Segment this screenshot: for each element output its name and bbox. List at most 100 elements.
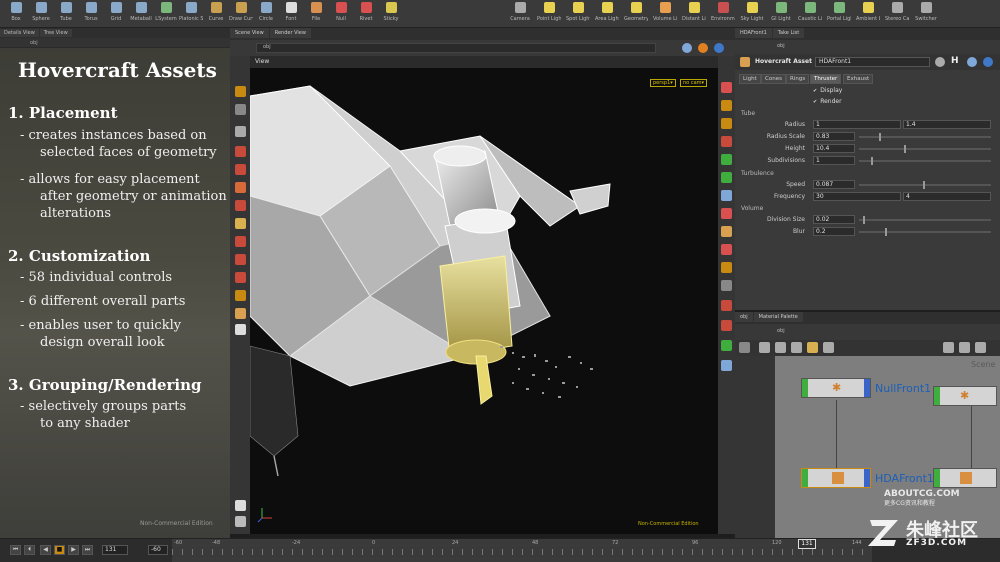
step-back-button[interactable]: ⏴ [24, 545, 35, 555]
lock-camera-icon[interactable] [721, 82, 732, 93]
current-frame-marker[interactable]: 131 [798, 539, 816, 549]
shelf-tool-null[interactable]: Null [329, 2, 353, 22]
list-mode-icon[interactable] [739, 342, 750, 353]
shelf-tool-environm-[interactable]: Environm... [711, 2, 735, 22]
details-path-bar[interactable]: obj [0, 38, 230, 48]
display-options-icon[interactable] [721, 100, 732, 111]
shelf-tool-sky-light[interactable]: Sky Light [740, 2, 764, 22]
shelf-tool-area-light[interactable]: Area Light [595, 2, 619, 22]
speed-slider[interactable] [859, 181, 991, 189]
division-size-slider[interactable] [859, 216, 991, 224]
radius-field-2[interactable]: 1.4 [903, 120, 991, 129]
height-knob[interactable] [904, 145, 906, 153]
radius-field-1[interactable]: 1 [813, 120, 901, 129]
shelf-tool-caustic-li-[interactable]: Caustic Li... [798, 2, 822, 22]
shelf-tool-file[interactable]: File [304, 2, 328, 22]
paint-tool-icon[interactable] [235, 254, 246, 265]
frame-offset-field[interactable]: -60 [148, 545, 168, 555]
zoom-icon[interactable] [975, 342, 986, 353]
frequency-field-2[interactable]: 4 [903, 192, 991, 201]
backface-icon[interactable] [721, 208, 732, 219]
tab-thruster[interactable]: Thruster [810, 74, 842, 84]
shelf-tool-portal-light[interactable]: Portal Light [827, 2, 851, 22]
shelf-tool-lsystem[interactable]: LSystem [154, 2, 178, 22]
display-guide-icon[interactable] [721, 226, 732, 237]
visualizer-icon[interactable] [721, 300, 732, 311]
shelf-tool-draw-curve[interactable]: Draw Curve [229, 2, 253, 22]
grid-toggle-icon[interactable] [943, 342, 954, 353]
tab-cones[interactable]: Cones [761, 74, 786, 84]
network-path-bar[interactable]: obj [735, 324, 1000, 340]
flag-icon[interactable] [959, 342, 970, 353]
tab-scene-view[interactable]: Scene View [230, 28, 269, 38]
pose-tool-icon[interactable] [235, 104, 246, 115]
timeline-ruler[interactable]: -60 -48 -24 0 24 48 72 96 120 144 131 [172, 539, 872, 562]
help-icon[interactable] [714, 43, 724, 53]
shelf-tool-curve[interactable]: Curve [204, 2, 228, 22]
handle-tool-icon[interactable] [235, 200, 246, 211]
arrow-tool-icon[interactable] [235, 126, 246, 137]
division-size-knob[interactable] [863, 216, 865, 224]
tab-details-view[interactable]: Details View [0, 29, 39, 37]
tab-obj[interactable]: obj [735, 312, 753, 322]
node-label-hdafront1[interactable]: HDAFront1 [875, 472, 934, 485]
points-icon[interactable] [721, 172, 732, 183]
shelf-tool-stereo-ca-[interactable]: Stereo Ca... [885, 2, 909, 22]
shelf-tool-metaball[interactable]: Metaball [129, 2, 153, 22]
node-label-nullfront1[interactable]: NullFront1 [875, 382, 931, 395]
snapshot-icon[interactable] [235, 516, 246, 527]
shelf-tool-sticky[interactable]: Sticky [379, 2, 403, 22]
shelf-tool-box[interactable]: Box [4, 2, 28, 22]
speed-knob[interactable] [923, 181, 925, 189]
shelf-tool-distant-li-[interactable]: Distant Li... [682, 2, 706, 22]
move-tool-icon[interactable] [235, 146, 246, 157]
wireframe-icon[interactable] [721, 136, 732, 147]
blur-knob[interactable] [885, 228, 887, 236]
network-editor[interactable]: Scene ✱ NullFront1 ✱ HDAFront1 [775, 356, 1000, 538]
shelf-tool-switcher[interactable]: Switcher [914, 2, 938, 22]
render-tool-icon[interactable] [235, 324, 246, 335]
shelf-tool-camera[interactable]: Camera [508, 2, 532, 22]
blur-slider[interactable] [859, 228, 991, 236]
tab-rings[interactable]: Rings [786, 74, 810, 84]
note-icon[interactable] [823, 342, 834, 353]
node-right-lower[interactable] [933, 468, 997, 488]
division-size-field[interactable]: 0.02 [813, 215, 855, 224]
shelf-tool-rivet[interactable]: Rivet [354, 2, 378, 22]
tab-hdafront1[interactable]: HDAFront1 [735, 28, 772, 38]
handles-icon[interactable] [721, 244, 732, 255]
play-reverse-button[interactable]: ◀ [40, 545, 51, 555]
normals-icon[interactable] [721, 190, 732, 201]
height-slider[interactable] [859, 145, 991, 153]
tab-render-view[interactable]: Render View [269, 28, 311, 38]
layout-icon[interactable] [775, 342, 786, 353]
viewport-path-field[interactable]: obj [256, 43, 656, 53]
shelf-tool-sphere[interactable]: Sphere [29, 2, 53, 22]
scene-viewport[interactable]: View persp1▾ no cam▾ Non-Commercial Edit… [250, 56, 718, 534]
radius-scale-knob[interactable] [879, 133, 881, 141]
gear-icon[interactable] [935, 57, 945, 67]
node-hdafront1[interactable] [801, 468, 871, 488]
info-icon[interactable] [967, 57, 977, 67]
shelf-tool-ambient-l-[interactable]: Ambient L... [856, 2, 880, 22]
jump-start-button[interactable]: ⏮ [10, 545, 21, 555]
shelf-tool-volume-li-[interactable]: Volume Li... [653, 2, 677, 22]
stop-button[interactable]: ■ [54, 545, 65, 555]
shelf-tool-torus[interactable]: Torus [79, 2, 103, 22]
shelf-tool-gi-light[interactable]: GI Light [769, 2, 793, 22]
blur-field[interactable]: 0.2 [813, 227, 855, 236]
asset-name-field[interactable]: HDAFront1 [815, 57, 930, 67]
tab-material-palette[interactable]: Material Palette [753, 312, 803, 322]
select-tool-icon[interactable] [235, 86, 246, 97]
radius-scale-slider[interactable] [859, 133, 991, 141]
node-right-upper[interactable]: ✱ [933, 386, 997, 406]
tile-icon[interactable] [759, 342, 770, 353]
tab-exhaust[interactable]: Exhaust [843, 74, 874, 84]
camera-tool-icon[interactable] [235, 308, 246, 319]
shelf-tool-tube[interactable]: Tube [54, 2, 78, 22]
render-region-icon[interactable] [721, 340, 732, 351]
light-link-icon[interactable] [721, 320, 732, 331]
view-tool-icon[interactable] [235, 290, 246, 301]
houdini-h-icon[interactable]: H [951, 56, 959, 66]
shelf-tool-font[interactable]: Font [279, 2, 303, 22]
